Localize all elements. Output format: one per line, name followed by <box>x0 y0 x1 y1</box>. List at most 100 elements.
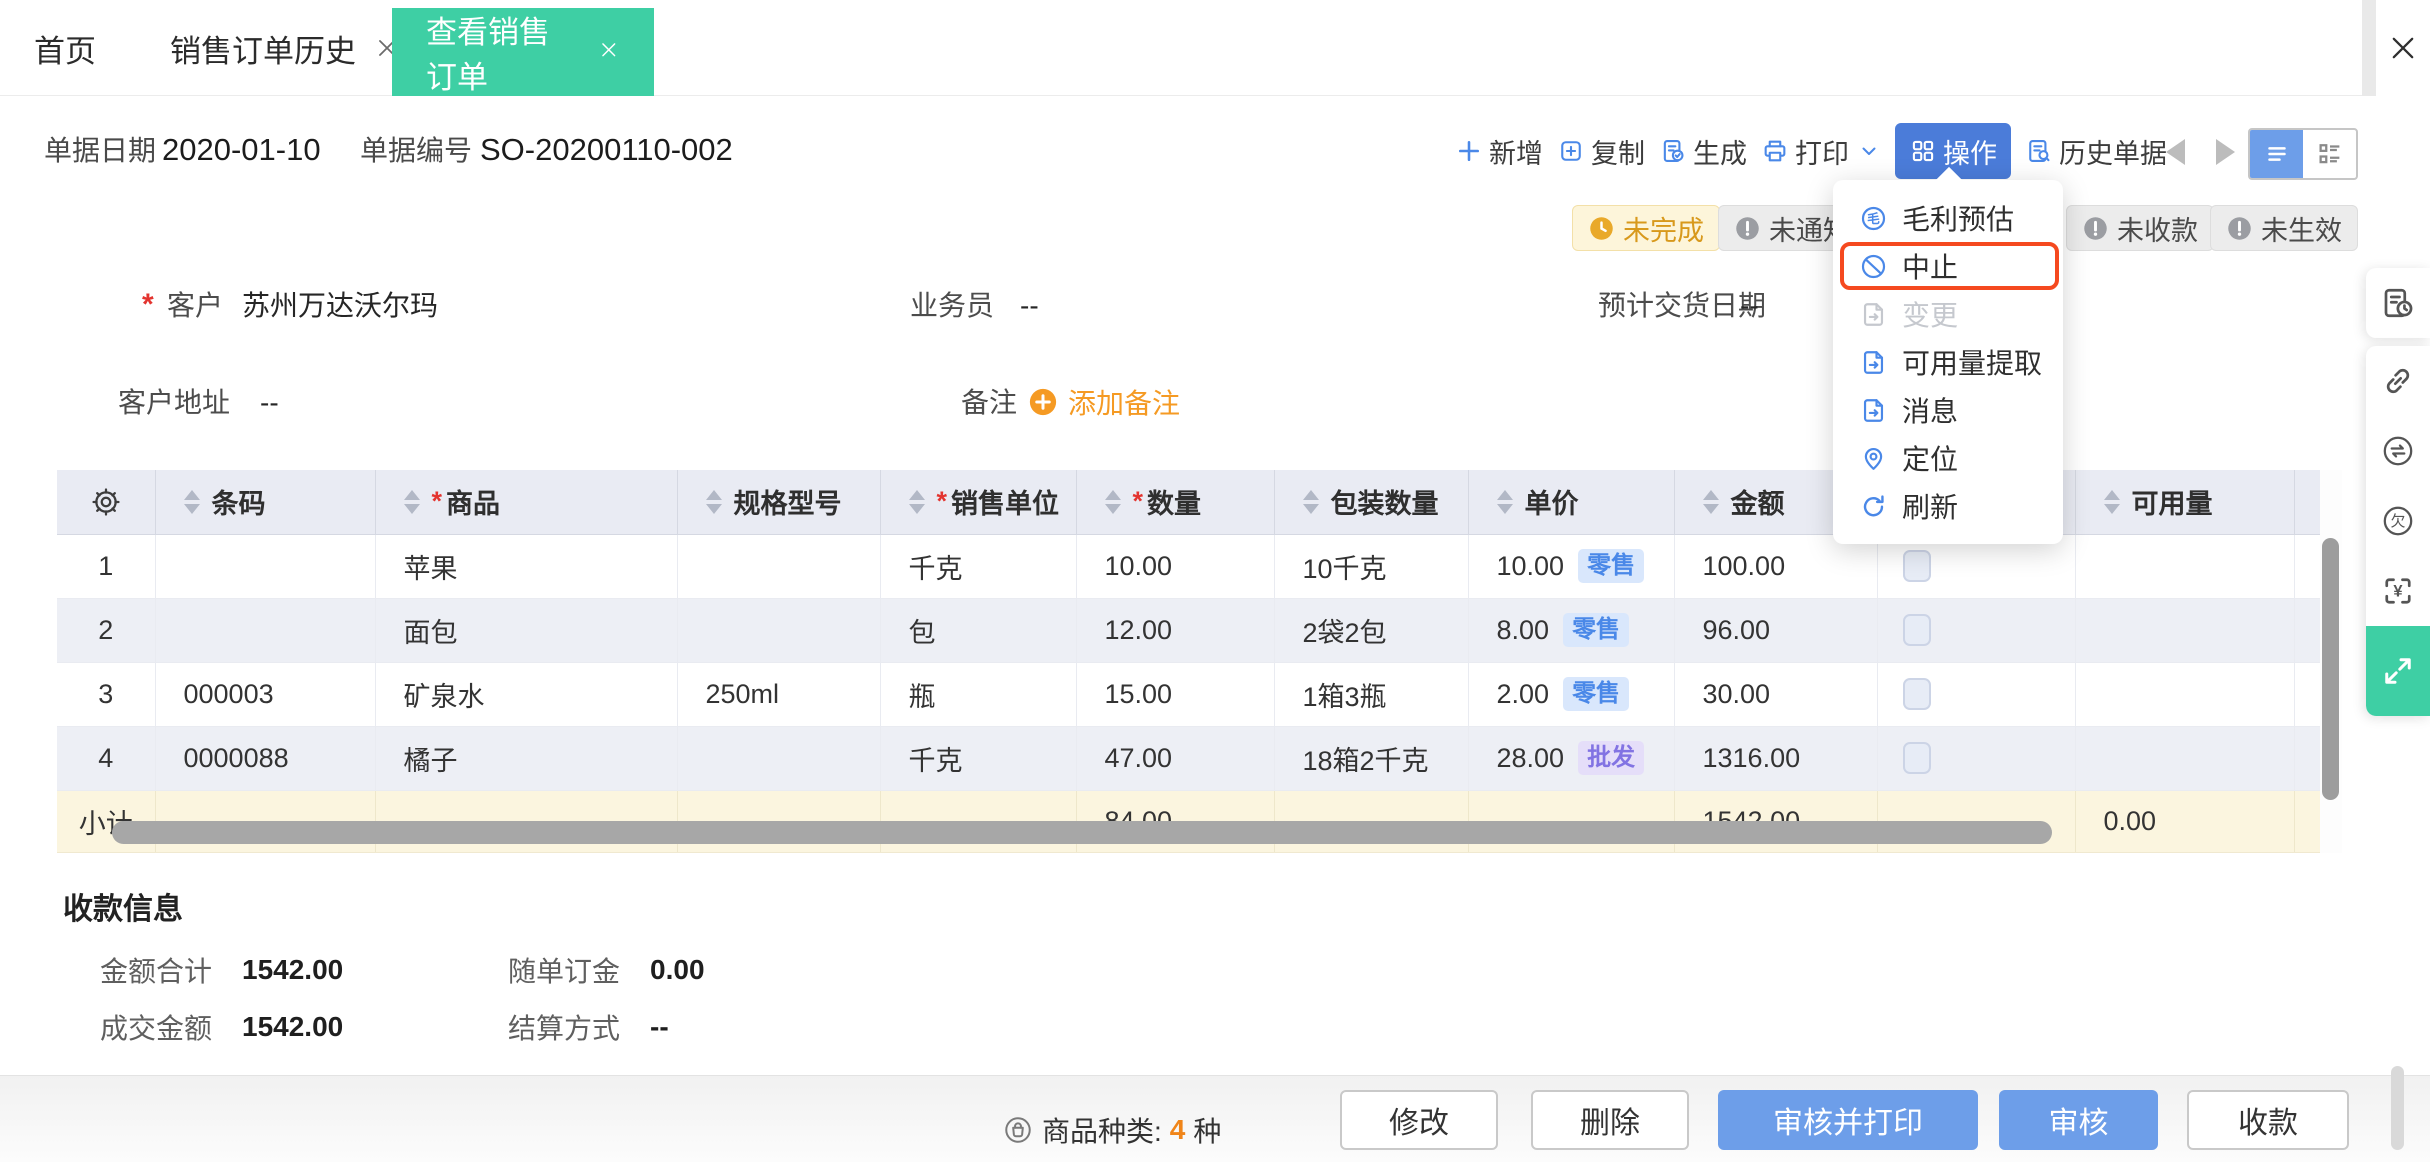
sidebar-voucher[interactable]: ¥ <box>2366 556 2430 626</box>
status-unpaid: 未收款 <box>2066 205 2214 251</box>
receive-payment-button[interactable]: 收款 <box>2187 1090 2349 1150</box>
plus-circle-icon <box>1028 387 1058 417</box>
menu-profit-estimate[interactable]: 毛毛利预估 <box>1833 194 2063 242</box>
menu-change: 变更 <box>1833 290 2063 338</box>
modify-button[interactable]: 修改 <box>1340 1090 1498 1150</box>
table-settings-gear[interactable] <box>57 470 156 535</box>
sort-icon <box>183 489 200 514</box>
menu-available-extract[interactable]: 可用量提取 <box>1833 338 2063 386</box>
new-button[interactable]: 新增 <box>1455 123 1543 179</box>
cell-pack-qty: 18箱2千克 <box>1274 726 1469 791</box>
toolbar: 新增 复制 生成 打印 操作 历史单据 <box>1455 120 2167 182</box>
cell-available <box>2075 598 2295 663</box>
copy-icon <box>1557 137 1585 165</box>
card-view-toggle[interactable] <box>2303 130 2356 178</box>
cell-product: 矿泉水 <box>375 662 678 727</box>
footer-scrollbar-thumb[interactable] <box>2391 1066 2404 1150</box>
delete-button[interactable]: 删除 <box>1531 1090 1689 1150</box>
menu-refresh[interactable]: 刷新 <box>1833 482 2063 530</box>
next-doc-arrow[interactable] <box>2216 139 2235 165</box>
tab-home[interactable]: 首页 <box>34 0 96 96</box>
cell-spec: 250ml <box>677 662 881 727</box>
menu-message[interactable]: 消息 <box>1833 386 2063 434</box>
payment-field: 结算方式 -- <box>508 1011 669 1044</box>
cell-price: 10.00 零售 <box>1468 534 1675 599</box>
scrollbar-track <box>2362 0 2376 96</box>
prev-doc-arrow[interactable] <box>2166 139 2185 165</box>
customer-value: 苏州万达沃尔玛 <box>242 290 439 321</box>
grid-icon <box>1909 137 1937 165</box>
doc-date-value: 2020-01-10 <box>162 132 321 167</box>
subtotal-available: 0.00 <box>2075 790 2295 853</box>
generate-button[interactable]: 生成 <box>1659 123 1747 179</box>
history-docs-button[interactable]: 历史单据 <box>2025 123 2167 179</box>
svg-text:毛: 毛 <box>1867 210 1880 225</box>
tab-sales-order-history[interactable]: 销售订单历史 <box>170 0 400 96</box>
sidebar-owe[interactable]: 欠 <box>2366 486 2430 556</box>
row-checkbox[interactable] <box>1902 742 1931 775</box>
sidebar-expand[interactable] <box>2366 626 2430 716</box>
cell-price: 28.00 批发 <box>1468 726 1675 791</box>
tab-view-sales-order[interactable]: 查看销售订单 <box>392 8 654 96</box>
horizontal-scrollbar-thumb[interactable] <box>112 821 2052 844</box>
doc-no-value: SO-20200110-002 <box>480 132 733 167</box>
sort-icon <box>1104 489 1121 514</box>
column-header[interactable]: * 数量 <box>1076 470 1275 535</box>
cell-barcode <box>155 598 376 663</box>
vertical-scrollbar-thumb[interactable] <box>2322 538 2339 800</box>
exclaim-badge-icon <box>2226 215 2253 242</box>
cell-barcode: 0000088 <box>155 726 376 791</box>
cell-available <box>2075 726 2295 791</box>
sidebar-link[interactable] <box>2366 346 2430 416</box>
row-checkbox[interactable] <box>1902 550 1931 583</box>
sort-icon <box>1496 489 1513 514</box>
column-header[interactable]: * 商品 <box>375 470 678 535</box>
audit-button[interactable]: 审核 <box>1999 1090 2158 1150</box>
cell-product: 面包 <box>375 598 678 663</box>
sidebar-exchange[interactable] <box>2366 416 2430 486</box>
remark-label: 备注 <box>961 387 1018 418</box>
salesman-value: -- <box>1020 290 1039 321</box>
menu-locate[interactable]: 定位 <box>1833 434 2063 482</box>
menu-abort[interactable]: 中止 <box>1840 242 2059 290</box>
add-remark-button[interactable]: 添加备注 <box>1028 382 1180 422</box>
column-header[interactable]: * 销售单位 <box>880 470 1077 535</box>
list-view-toggle[interactable] <box>2250 130 2303 178</box>
column-header[interactable]: 规格型号 <box>677 470 881 535</box>
cell-product: 橘子 <box>375 726 678 791</box>
row-checkbox[interactable] <box>1902 678 1931 711</box>
cell-qty: 15.00 <box>1076 662 1275 727</box>
cell-spec <box>677 726 881 791</box>
table-row: 3 000003 矿泉水 250ml 瓶 15.00 1箱3瓶 2.00 零售 30.00 <box>57 662 2320 727</box>
cell-unit: 千克 <box>880 534 1077 599</box>
payment-section-title: 收款信息 <box>63 893 183 926</box>
cell-spec <box>677 534 881 599</box>
stop-icon <box>1859 252 1888 281</box>
price-type-tag: 零售 <box>1563 613 1630 647</box>
cell-price: 8.00 零售 <box>1468 598 1675 663</box>
cell-price: 2.00 零售 <box>1468 662 1675 727</box>
audit-print-button[interactable]: 审核并打印 <box>1718 1090 1978 1150</box>
status-unfinished: 未完成 <box>1572 205 1720 251</box>
column-header[interactable]: 包装数量 <box>1274 470 1469 535</box>
sort-icon <box>403 489 420 514</box>
salesman-label: 业务员 <box>910 290 995 321</box>
row-checkbox[interactable] <box>1902 614 1931 647</box>
sidebar-top-card <box>2366 268 2430 338</box>
column-header[interactable]: 单价 <box>1468 470 1675 535</box>
cell-unit: 包 <box>880 598 1077 663</box>
tab-close-icon[interactable] <box>598 39 620 65</box>
copy-button[interactable]: 复制 <box>1557 123 1645 179</box>
actions-dropdown-menu: 毛毛利预估 中止 变更 可用量提取 消息 定位 刷新 <box>1833 180 2063 544</box>
doc-arrow-icon <box>1859 396 1888 425</box>
column-header-partial <box>2294 470 2320 535</box>
column-header[interactable]: 条码 <box>155 470 376 535</box>
sort-icon <box>705 489 722 514</box>
print-button[interactable]: 打印 <box>1761 123 1881 179</box>
sort-icon <box>1702 489 1719 514</box>
sidebar-doc-history[interactable] <box>2366 268 2430 338</box>
tab-bar: 首页 销售订单历史 查看销售订单 <box>0 0 2430 96</box>
window-close-button[interactable] <box>2376 0 2430 96</box>
column-header[interactable]: 可用量 <box>2075 470 2295 535</box>
cell-amount: 1316.00 <box>1674 726 1878 791</box>
